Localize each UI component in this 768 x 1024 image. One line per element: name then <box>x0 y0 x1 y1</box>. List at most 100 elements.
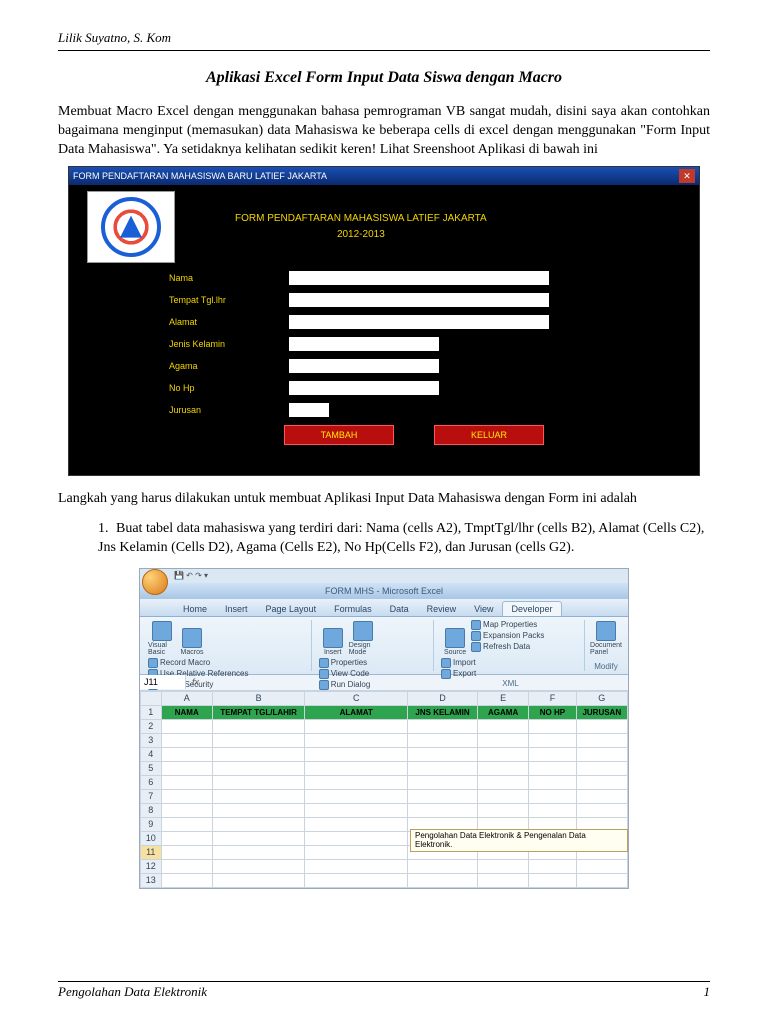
cell[interactable]: NO HP <box>529 705 576 719</box>
row-header[interactable]: 6 <box>141 775 162 789</box>
record-macro-button[interactable]: Record Macro <box>148 658 248 668</box>
row-header[interactable]: 1 <box>141 705 162 719</box>
macros-button[interactable]: Macros <box>178 620 206 656</box>
cell[interactable]: TEMPAT TGL/LAHIR <box>212 705 304 719</box>
footer-page-number: 1 <box>704 984 711 1000</box>
form-logo <box>87 191 175 263</box>
tambah-button[interactable]: TAMBAH <box>284 425 394 445</box>
ribbon: Visual Basic Macros Record Macro Use Rel… <box>140 617 628 675</box>
form-titlebar: FORM PENDAFTARAN MAHASISWA BARU LATIEF J… <box>69 167 699 185</box>
input-nama[interactable] <box>289 271 549 285</box>
tab-review[interactable]: Review <box>418 601 466 616</box>
tab-home[interactable]: Home <box>174 601 216 616</box>
row-header[interactable]: 7 <box>141 789 162 803</box>
col-header-c[interactable]: C <box>305 691 408 705</box>
page-title: Aplikasi Excel Form Input Data Siswa den… <box>58 69 710 87</box>
fx-icon[interactable]: fx <box>186 677 205 687</box>
expansion-packs-button[interactable]: Expansion Packs <box>471 631 544 641</box>
close-icon[interactable]: ✕ <box>679 169 695 183</box>
intro-paragraph: Membuat Macro Excel dengan menggunakan b… <box>58 103 710 160</box>
excel-titlebar: FORM MHS - Microsoft Excel <box>140 583 628 599</box>
tab-insert[interactable]: Insert <box>216 601 257 616</box>
cell[interactable]: AGAMA <box>477 705 528 719</box>
worksheet-grid[interactable]: A B C D E F G 1 NAMA TEMPAT TGL/LAHIR AL… <box>140 691 628 888</box>
tab-view[interactable]: View <box>465 601 502 616</box>
cell[interactable]: ALAMAT <box>305 705 408 719</box>
tab-developer[interactable]: Developer <box>502 601 561 616</box>
label-tempat: Tempat Tgl.lhr <box>169 295 289 305</box>
col-header-a[interactable]: A <box>161 691 212 705</box>
name-box[interactable]: J11 <box>140 675 186 689</box>
insert-control-button[interactable]: Insert <box>319 620 347 656</box>
cell[interactable]: NAMA <box>161 705 212 719</box>
keluar-button[interactable]: KELUAR <box>434 425 544 445</box>
cell[interactable]: JURUSAN <box>576 705 627 719</box>
tab-page-layout[interactable]: Page Layout <box>257 601 326 616</box>
excel-screenshot: 💾 ↶ ↷ ▾ FORM MHS - Microsoft Excel Home … <box>139 568 629 889</box>
label-jk: Jenis Kelamin <box>169 339 289 349</box>
header-author: Lilik Suyatno, S. Kom <box>58 30 710 46</box>
export-button[interactable]: Export <box>441 669 476 679</box>
table-header-row: 1 NAMA TEMPAT TGL/LAHIR ALAMAT JNS KELAM… <box>141 705 628 719</box>
form-heading-line2: 2012-2013 <box>235 227 487 243</box>
header-rule <box>58 50 710 51</box>
input-jurusan[interactable] <box>289 403 329 417</box>
row-header[interactable]: 13 <box>141 873 162 887</box>
label-agama: Agama <box>169 361 289 371</box>
tab-data[interactable]: Data <box>381 601 418 616</box>
col-header-f[interactable]: F <box>529 691 576 705</box>
row-header[interactable]: 10 <box>141 831 162 845</box>
step-list: 1.Buat tabel data mahasiswa yang terdiri… <box>98 519 710 558</box>
step-1-text: Buat tabel data mahasiswa yang terdiri d… <box>98 521 704 556</box>
row-header[interactable]: 8 <box>141 803 162 817</box>
form-heading-line1: FORM PENDAFTARAN MAHASISWA LATIEF JAKART… <box>235 211 487 227</box>
map-properties-button[interactable]: Map Properties <box>471 620 544 630</box>
input-nohp[interactable] <box>289 381 439 395</box>
para-langkah: Langkah yang harus dilakukan untuk membu… <box>58 490 710 509</box>
comment-callout: Pengolahan Data Elektronik & Pengenalan … <box>410 829 628 853</box>
office-orb-icon[interactable] <box>142 569 168 595</box>
col-header-b[interactable]: B <box>212 691 304 705</box>
properties-button[interactable]: Properties <box>319 658 371 668</box>
group-label-xml: XML <box>441 679 580 688</box>
row-header[interactable]: 3 <box>141 733 162 747</box>
visual-basic-button[interactable]: Visual Basic <box>148 620 176 656</box>
row-header[interactable]: 4 <box>141 747 162 761</box>
step-number: 1. <box>98 519 116 539</box>
col-header-g[interactable]: G <box>576 691 627 705</box>
corner-cell[interactable] <box>141 691 162 705</box>
ribbon-group-code: Visual Basic Macros Record Macro Use Rel… <box>144 620 312 671</box>
refresh-data-button[interactable]: Refresh Data <box>471 642 544 652</box>
input-jk[interactable] <box>289 337 439 351</box>
cell[interactable]: JNS KELAMIN <box>408 705 478 719</box>
row-header[interactable]: 9 <box>141 817 162 831</box>
ribbon-group-controls: Insert Design Mode Properties View Code … <box>315 620 434 671</box>
label-alamat: Alamat <box>169 317 289 327</box>
form-window: FORM PENDAFTARAN MAHASISWA BARU LATIEF J… <box>68 166 700 476</box>
source-button[interactable]: Source <box>441 620 469 656</box>
row-header[interactable]: 12 <box>141 859 162 873</box>
form-heading: FORM PENDAFTARAN MAHASISWA LATIEF JAKART… <box>235 211 487 243</box>
document-panel-button[interactable]: Document Panel <box>592 620 620 656</box>
tab-formulas[interactable]: Formulas <box>325 601 381 616</box>
ribbon-group-xml: Source Map Properties Expansion Packs Re… <box>437 620 585 671</box>
row-header[interactable]: 5 <box>141 761 162 775</box>
row-header[interactable]: 2 <box>141 719 162 733</box>
view-code-button[interactable]: View Code <box>319 669 371 679</box>
design-mode-button[interactable]: Design Mode <box>349 620 377 656</box>
import-button[interactable]: Import <box>441 658 476 668</box>
label-jurusan: Jurusan <box>169 405 289 415</box>
input-alamat[interactable] <box>289 315 549 329</box>
ribbon-group-modify: Document Panel Modify <box>588 620 624 671</box>
col-header-d[interactable]: D <box>408 691 478 705</box>
form-header: FORM PENDAFTARAN MAHASISWA LATIEF JAKART… <box>69 185 699 267</box>
quick-access-toolbar: 💾 ↶ ↷ ▾ <box>140 569 628 583</box>
col-header-e[interactable]: E <box>477 691 528 705</box>
form-body: Nama Tempat Tgl.lhr Alamat Jenis Kelamin… <box>69 267 699 445</box>
input-tempat[interactable] <box>289 293 549 307</box>
label-nama: Nama <box>169 273 289 283</box>
run-dialog-button[interactable]: Run Dialog <box>319 680 371 690</box>
footer-left: Pengolahan Data Elektronik <box>58 984 207 1000</box>
input-agama[interactable] <box>289 359 439 373</box>
row-header[interactable]: 11 <box>141 845 162 859</box>
